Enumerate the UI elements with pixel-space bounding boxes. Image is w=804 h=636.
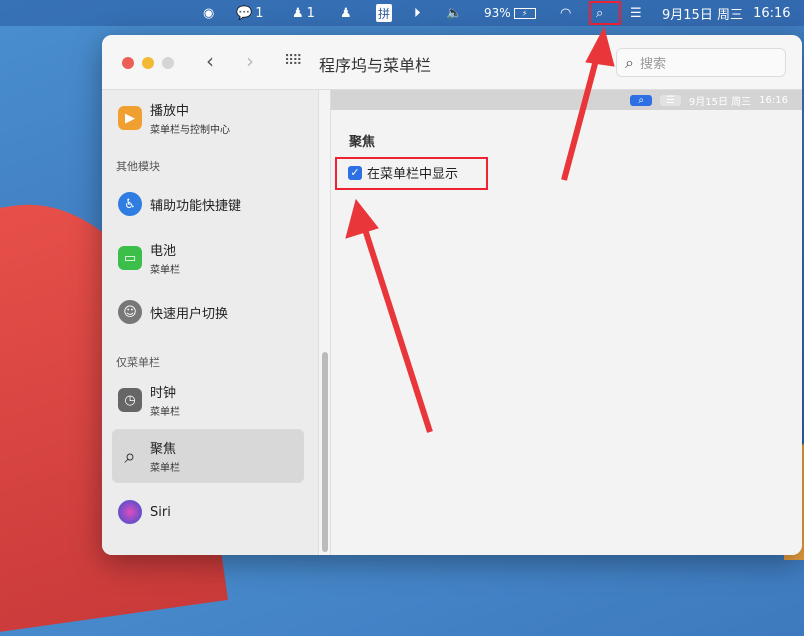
search-input[interactable]: ⌕ 搜索 xyxy=(616,48,786,77)
qq-icon: ♟ xyxy=(292,5,304,21)
sublabel: 菜单栏 xyxy=(150,407,180,418)
battery-icon: ▭ xyxy=(118,246,142,270)
wechat-icon: 💬 xyxy=(236,5,253,21)
minimize-button[interactable] xyxy=(142,57,154,69)
section-heading: 聚焦 xyxy=(349,135,376,150)
section-menubar-only: 仅菜单栏 xyxy=(116,356,160,369)
user-icon: ☺ xyxy=(118,300,142,324)
wechat-count: 1 xyxy=(255,5,264,21)
window-title: 程序坞与菜单栏 xyxy=(319,56,432,75)
battery-percent: 93% xyxy=(484,6,511,20)
sidebar: ▶ 播放中菜单栏与控制中心 其他模块 ♿ 辅助功能快捷键 ▭ 电池菜单栏 ☺ 快… xyxy=(102,90,318,555)
preview-control-center-icon: ☰ xyxy=(659,94,681,106)
preview-date: 9月15日 周三 xyxy=(688,96,752,108)
zoom-button[interactable] xyxy=(162,57,174,69)
qq-status[interactable]: ♟ 1 xyxy=(292,4,315,22)
back-icon[interactable]: ‹ xyxy=(206,49,214,73)
highlight-box-spotlight xyxy=(589,1,621,25)
now-playing-icon[interactable]: ⏵ xyxy=(414,4,421,22)
battery-status[interactable]: 93% ⚡ xyxy=(484,4,536,22)
wechat-status[interactable]: 💬 1 xyxy=(236,4,263,22)
preview-spotlight-icon: ⌕ xyxy=(630,94,652,106)
scrollbar-thumb[interactable] xyxy=(322,352,328,552)
sidebar-item-now-playing[interactable]: ▶ 播放中菜单栏与控制中心 xyxy=(112,92,304,144)
qq-count: 1 xyxy=(306,5,315,21)
battery-icon: ⚡ xyxy=(513,7,536,19)
sidebar-item-accessibility[interactable]: ♿ 辅助功能快捷键 xyxy=(112,178,304,230)
sidebar-item-spotlight[interactable]: ⌕ 聚焦菜单栏 xyxy=(112,429,304,483)
label: Siri xyxy=(150,504,171,520)
section-other-modules: 其他模块 xyxy=(116,160,160,173)
sublabel: 菜单栏 xyxy=(150,265,180,276)
close-button[interactable] xyxy=(122,57,134,69)
app-icon[interactable]: ◉ xyxy=(203,4,214,22)
sidebar-item-siri[interactable]: Siri xyxy=(112,486,304,538)
date: 9月15日 周三 xyxy=(662,7,743,23)
label: 时钟 xyxy=(150,386,177,401)
sidebar-item-fast-user-switching[interactable]: ☺ 快速用户切换 xyxy=(112,286,304,338)
highlight-box-checkbox xyxy=(335,157,488,190)
system-preferences-window: ‹ › ⠿⠿ 程序坞与菜单栏 ⌕ 搜索 ▶ 播放中菜单栏与控制中心 其他模块 ♿… xyxy=(102,35,802,555)
menu-bar: ◉ 💬 1 ♟ 1 ♟ 拼 ⏵ 🔈 93% ⚡ ◠ ⌕ ☰ 9月15日 周三 16:1… xyxy=(0,0,804,26)
volume-icon[interactable]: 🔈 xyxy=(446,4,462,22)
siri-icon xyxy=(118,500,142,524)
sublabel: 菜单栏与控制中心 xyxy=(150,125,230,136)
accessibility-icon: ♿ xyxy=(118,192,142,216)
sublabel: 菜单栏 xyxy=(150,463,180,474)
grid-icon[interactable]: ⠿⠿ xyxy=(284,53,302,69)
search-icon: ⌕ xyxy=(625,52,634,72)
input-method[interactable]: 拼 xyxy=(376,4,393,22)
preview-time: 16:16 xyxy=(759,94,788,106)
sidebar-item-clock[interactable]: ◷ 时钟菜单栏 xyxy=(112,374,304,426)
control-center-icon[interactable]: ☰ xyxy=(630,4,642,22)
clock-icon: ◷ xyxy=(118,388,142,412)
spotlight-icon: ⌕ xyxy=(124,444,136,468)
qq-icon-2[interactable]: ♟ xyxy=(340,4,352,22)
play-icon: ▶ xyxy=(118,106,142,130)
clock[interactable]: 9月15日 周三 16:16 xyxy=(662,4,791,23)
label: 聚焦 xyxy=(150,442,177,457)
wifi-icon[interactable]: ◠ xyxy=(560,4,571,22)
search-placeholder: 搜索 xyxy=(639,57,666,72)
sidebar-scrollbar[interactable] xyxy=(318,90,331,555)
forward-icon[interactable]: › xyxy=(246,49,254,73)
label: 快速用户切换 xyxy=(150,306,229,322)
sidebar-item-battery[interactable]: ▭ 电池菜单栏 xyxy=(112,232,304,284)
label: 电池 xyxy=(150,244,177,259)
title-bar: ‹ › ⠿⠿ 程序坞与菜单栏 ⌕ 搜索 xyxy=(102,35,802,90)
menubar-preview: ⌕ ☰ 9月15日 周三 16:16 xyxy=(331,90,802,110)
label: 辅助功能快捷键 xyxy=(150,198,242,214)
label: 播放中 xyxy=(150,104,190,119)
time: 16:16 xyxy=(753,5,791,21)
